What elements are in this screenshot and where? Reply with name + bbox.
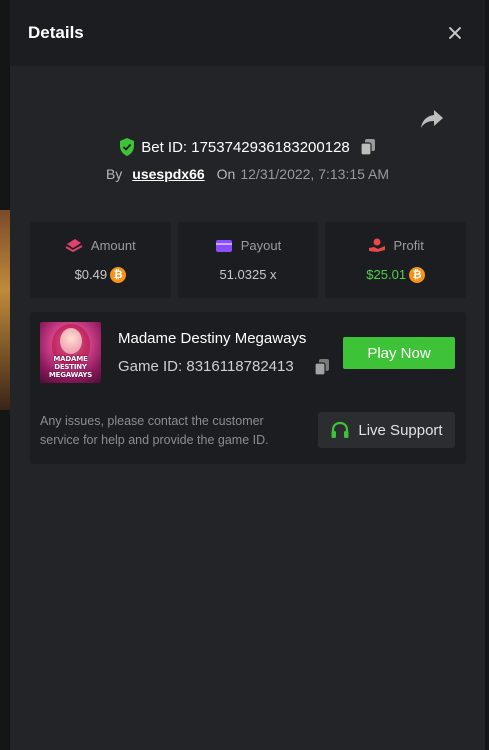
headset-icon — [331, 421, 349, 438]
bitcoin-icon: ₿ — [110, 266, 127, 283]
bet-details-modal: Details Bet ID: 1753742936183200128 By u… — [10, 0, 485, 750]
bet-stats: Amount $0.49 ₿ Payout 51.0325 x Profit $… — [30, 222, 467, 298]
shield-check-icon — [120, 138, 135, 156]
close-button[interactable] — [443, 21, 467, 45]
stat-amount-value: $0.49 — [74, 267, 108, 282]
game-logo: MADAME DESTINY MEGAWAYS — [48, 355, 93, 379]
bet-id-row: Bet ID: 1753742936183200128 — [10, 138, 485, 156]
game-name: Madame Destiny Megaways — [118, 330, 307, 347]
support-message: Any issues, please contact the customer … — [40, 414, 269, 447]
hand-coin-icon — [368, 238, 385, 252]
card-icon — [215, 239, 232, 252]
game-id: Game ID: 8316118782413 — [118, 358, 294, 375]
on-label: On — [216, 166, 236, 182]
game-thumbnail[interactable]: MADAME DESTINY MEGAWAYS — [40, 322, 101, 383]
copy-game-id-icon[interactable] — [314, 358, 330, 376]
modal-header: Details — [10, 0, 485, 66]
stat-profit-label: Profit — [393, 237, 424, 253]
bet-author-row: By usespdx66 On 12/31/2022, 7:13:15 AM — [10, 166, 485, 182]
share-icon[interactable] — [420, 108, 444, 130]
stat-amount-label: Amount — [90, 237, 136, 253]
bitcoin-icon: ₿ — [409, 266, 426, 283]
money-stack-icon — [65, 239, 83, 252]
bet-date: 12/31/2022, 7:13:15 AM — [240, 166, 390, 182]
thumbnail-face — [60, 328, 82, 354]
stat-amount: Amount $0.49 ₿ — [30, 222, 171, 298]
stat-profit: Profit $25.01 ₿ — [325, 222, 467, 298]
username-link[interactable]: usespdx66 — [132, 166, 204, 182]
stat-payout-label: Payout — [240, 238, 282, 253]
stat-profit-value: $25.01 — [366, 267, 407, 282]
by-label: By — [105, 166, 123, 182]
live-support-label: Live Support — [358, 421, 443, 439]
modal-title: Details — [28, 23, 84, 42]
live-support-button[interactable]: Live Support — [318, 412, 455, 448]
stat-payout-value: 51.0325 x — [219, 267, 277, 282]
copy-bet-id-icon[interactable] — [360, 138, 376, 156]
play-now-button[interactable]: Play Now — [343, 337, 455, 369]
bet-id: Bet ID: 1753742936183200128 — [141, 138, 350, 156]
stat-payout: Payout 51.0325 x — [177, 222, 319, 298]
game-card: MADAME DESTINY MEGAWAYS Madame Destiny Me… — [30, 312, 466, 464]
